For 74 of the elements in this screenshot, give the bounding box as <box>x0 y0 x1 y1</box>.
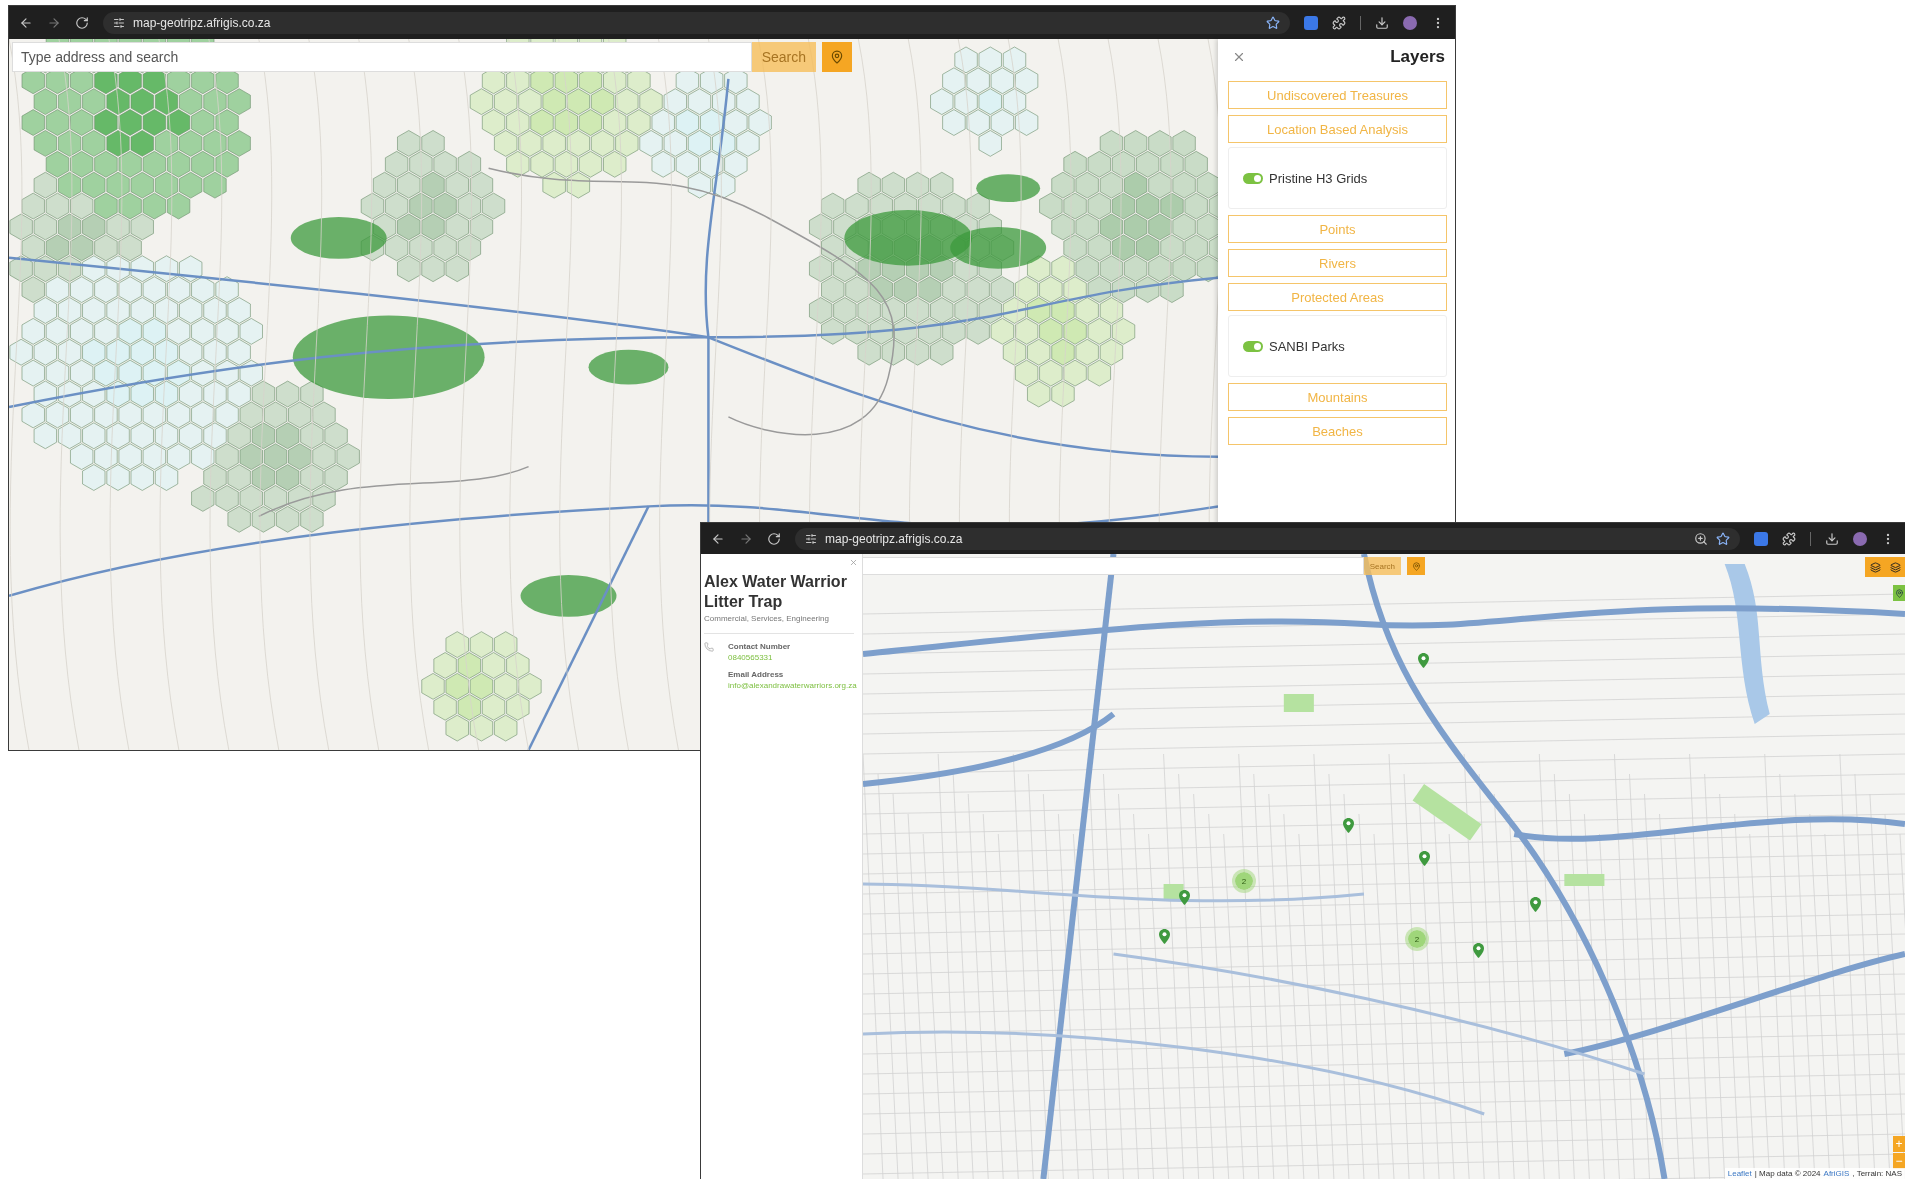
map-pin-icon <box>1894 588 1904 598</box>
extension-icon[interactable] <box>1304 15 1318 30</box>
forward-icon[interactable] <box>739 531 753 546</box>
profile-avatar[interactable] <box>1403 15 1417 30</box>
site-info-icon[interactable] <box>113 16 125 29</box>
zoom-button[interactable]: + <box>1893 1136 1905 1152</box>
bookmark-star-icon[interactable] <box>1266 15 1280 30</box>
address-bar[interactable]: map-geotripz.afrigis.co.za <box>795 527 1740 550</box>
map-pin-icon <box>830 50 844 64</box>
back-icon[interactable] <box>711 531 725 546</box>
marker-cluster[interactable]: 2 <box>1405 927 1429 951</box>
extensions-icon[interactable] <box>1332 15 1346 30</box>
layers-icon <box>1889 561 1901 573</box>
map-pin-icon[interactable] <box>1179 890 1190 905</box>
park-area <box>1283 694 1314 712</box>
park-area <box>1412 784 1482 841</box>
search-button[interactable]: Search <box>751 42 816 72</box>
toggle-switch[interactable] <box>1243 340 1263 352</box>
attribution-text: , Terrain: NAS <box>1852 1169 1902 1178</box>
extensions-icon[interactable] <box>1782 531 1796 546</box>
site-info-icon[interactable] <box>805 532 817 545</box>
layers-icon <box>1869 561 1881 573</box>
search-field[interactable]: Type address and search <box>12 42 752 72</box>
toggle-switch[interactable] <box>1243 172 1263 184</box>
close-icon[interactable] <box>1232 50 1246 64</box>
download-icon[interactable] <box>1375 15 1389 30</box>
search-field[interactable] <box>863 557 1364 575</box>
toggle-label: Pristine H3 Grids <box>1269 170 1368 186</box>
map-pin-icon[interactable] <box>1343 818 1354 833</box>
reload-icon[interactable] <box>767 531 781 546</box>
toggle-label: SANBI Parks <box>1269 338 1345 354</box>
download-icon[interactable] <box>1825 531 1839 546</box>
layer-section-button[interactable]: Beaches <box>1228 417 1447 445</box>
layer-section-button[interactable]: Protected Areas <box>1228 283 1447 311</box>
marker-button[interactable] <box>1893 585 1905 601</box>
locate-button[interactable] <box>822 42 852 72</box>
field-label: Contact Number <box>728 642 792 651</box>
attribution-link[interactable]: Leaflet <box>1727 1169 1752 1178</box>
attribution-text: | Map data © 2024 <box>1754 1169 1821 1178</box>
zoom-icon[interactable] <box>1694 531 1708 546</box>
phone-icon <box>704 642 714 652</box>
layer-section-button[interactable]: Undiscovered Treasures <box>1228 81 1447 109</box>
map-pin-icon[interactable] <box>1473 943 1484 958</box>
protected-area <box>976 174 1041 203</box>
search-button[interactable]: Search <box>1363 557 1401 575</box>
address-bar[interactable]: map-geotripz.afrigis.co.za <box>103 11 1290 34</box>
layers-button[interactable] <box>1865 557 1885 577</box>
panel-title: Layers <box>1390 47 1445 67</box>
forward-icon[interactable] <box>47 15 61 30</box>
extension-icon[interactable] <box>1754 531 1768 546</box>
bookmark-star-icon[interactable] <box>1716 531 1730 546</box>
layer-section-button[interactable]: Mountains <box>1228 383 1447 411</box>
map-pin-icon[interactable] <box>1530 897 1541 912</box>
layer-section-button[interactable]: Location Based Analysis <box>1228 115 1447 143</box>
attribution-link[interactable]: AfriGIS <box>1823 1169 1850 1178</box>
field-value[interactable]: info@alexandrawaterwarriors.org.za <box>728 681 857 690</box>
map-pin-icon[interactable] <box>1419 851 1430 866</box>
locate-button[interactable] <box>1407 557 1425 575</box>
field-value[interactable]: 0840565331 <box>728 653 857 662</box>
field-label: Email Address <box>728 670 785 679</box>
reload-icon[interactable] <box>75 15 89 30</box>
back-icon[interactable] <box>19 15 33 30</box>
marker-cluster[interactable]: 2 <box>1232 869 1256 893</box>
place-category: Commercial, Services, Engineering <box>704 614 830 623</box>
profile-avatar[interactable] <box>1853 531 1867 546</box>
map-pin-icon[interactable] <box>1159 929 1170 944</box>
map-pin-icon <box>1411 561 1421 571</box>
zoom-button[interactable]: − <box>1893 1153 1905 1169</box>
layers-button[interactable] <box>1885 557 1905 577</box>
park-area <box>1564 874 1605 886</box>
place-title: Alex Water Warrior Litter Trap <box>704 572 848 612</box>
layer-section-button[interactable]: Points <box>1228 215 1447 243</box>
layer-section-button[interactable]: Rivers <box>1228 249 1447 277</box>
map-pin-icon[interactable] <box>1418 653 1429 668</box>
